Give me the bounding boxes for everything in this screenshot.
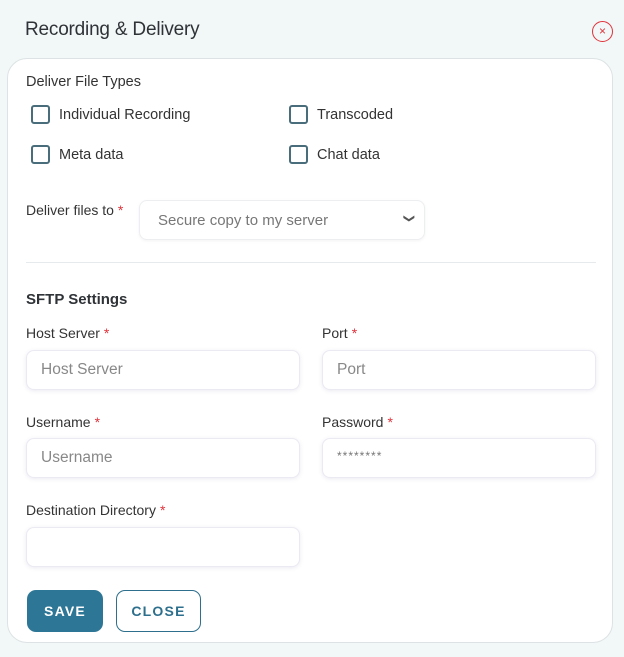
password-input[interactable]: ******** bbox=[322, 438, 596, 478]
port-label: Port * bbox=[322, 325, 357, 341]
destination-directory-input[interactable] bbox=[26, 527, 300, 567]
deliver-to-label: Deliver files to * bbox=[26, 202, 123, 218]
checkbox-box[interactable] bbox=[289, 145, 308, 164]
deliver-to-label-text: Deliver files to bbox=[26, 202, 114, 218]
checkbox-box[interactable] bbox=[289, 105, 308, 124]
close-icon[interactable]: × bbox=[592, 21, 613, 42]
checkbox-transcoded[interactable]: Transcoded bbox=[289, 105, 393, 124]
checkbox-label: Transcoded bbox=[317, 106, 394, 123]
required-mark: * bbox=[103, 325, 110, 341]
checkbox-box[interactable] bbox=[31, 105, 50, 124]
port-input[interactable]: Port bbox=[322, 350, 596, 390]
checkbox-label: Meta data bbox=[59, 146, 124, 163]
sftp-settings-heading: SFTP Settings bbox=[26, 291, 128, 308]
checkbox-individual-recording[interactable]: Individual Recording bbox=[31, 105, 190, 124]
checkbox-label: Individual Recording bbox=[59, 106, 191, 123]
checkbox-meta-data[interactable]: Meta data bbox=[31, 145, 124, 164]
dialog-title: Recording & Delivery bbox=[25, 19, 200, 40]
save-button[interactable]: SAVE bbox=[27, 590, 103, 632]
username-label: Username * bbox=[26, 414, 100, 430]
checkbox-label: Chat data bbox=[317, 146, 380, 163]
host-server-label: Host Server * bbox=[26, 325, 109, 341]
destination-directory-label: Destination Directory * bbox=[26, 502, 165, 518]
destination-directory-label-text: Destination Directory bbox=[26, 502, 156, 518]
required-mark: * bbox=[117, 202, 124, 218]
section-divider bbox=[26, 262, 596, 263]
username-label-text: Username bbox=[26, 414, 91, 430]
host-server-input[interactable]: Host Server bbox=[26, 350, 300, 390]
required-mark: * bbox=[159, 502, 166, 518]
deliver-file-types-label: Deliver File Types bbox=[26, 74, 141, 90]
port-label-text: Port bbox=[322, 325, 348, 341]
password-label: Password * bbox=[322, 414, 393, 430]
required-mark: * bbox=[94, 414, 101, 430]
deliver-to-selected-value: Secure copy to my server bbox=[158, 211, 329, 229]
username-input[interactable]: Username bbox=[26, 438, 300, 478]
close-button[interactable]: CLOSE bbox=[116, 590, 201, 632]
dialog-header: Recording & Delivery × bbox=[0, 0, 624, 60]
checkbox-box[interactable] bbox=[31, 145, 50, 164]
checkbox-chat-data[interactable]: Chat data bbox=[289, 145, 380, 164]
required-mark: * bbox=[351, 325, 358, 341]
chevron-down-icon: ❯ bbox=[402, 213, 415, 224]
password-label-text: Password bbox=[322, 414, 384, 430]
settings-card: Deliver File Types Individual Recording … bbox=[7, 58, 613, 643]
host-server-label-text: Host Server bbox=[26, 325, 100, 341]
deliver-to-select[interactable]: Secure copy to my server ❯ bbox=[139, 200, 425, 240]
required-mark: * bbox=[387, 414, 393, 430]
